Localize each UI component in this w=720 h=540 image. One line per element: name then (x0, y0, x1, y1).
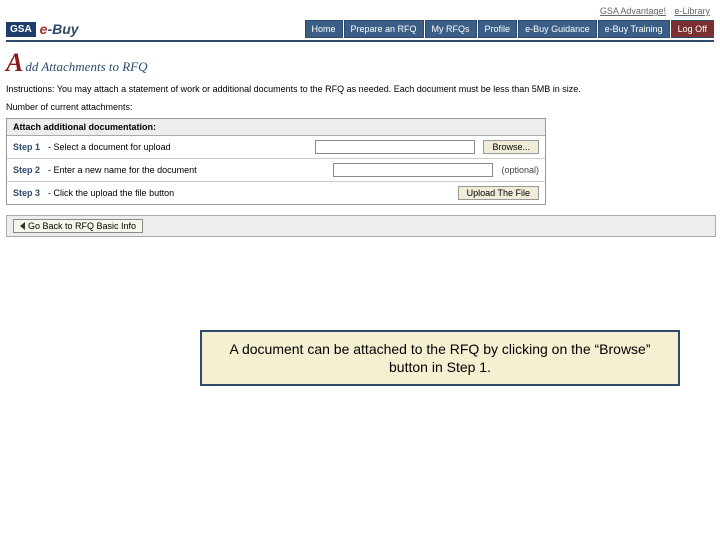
top-external-links: GSA Advantage! e-Library (6, 4, 714, 18)
page-title: A dd Attachments to RFQ (6, 48, 714, 78)
instructions-text: Instructions: You may attach a statement… (6, 84, 714, 94)
header-bar: GSA e-Buy Home Prepare an RFQ My RFQs Pr… (6, 18, 714, 42)
optional-label: (optional) (501, 165, 539, 175)
step-3-row: Step 3 - Click the upload the file butto… (7, 182, 545, 204)
upload-file-button[interactable]: Upload The File (458, 186, 539, 200)
link-e-library[interactable]: e-Library (674, 6, 710, 16)
nav-my-rfqs[interactable]: My RFQs (425, 20, 477, 38)
link-gsa-advantage[interactable]: GSA Advantage! (600, 6, 666, 16)
nav-home[interactable]: Home (305, 20, 343, 38)
help-callout: A document can be attached to the RFQ by… (200, 330, 680, 386)
page-title-text: dd Attachments to RFQ (25, 59, 147, 75)
step-1-label: Step 1 (13, 142, 40, 152)
step-2-text: - Enter a new name for the document (48, 165, 325, 175)
step-1-row: Step 1 - Select a document for upload Br… (7, 136, 545, 159)
nav-ebuy-guidance[interactable]: e-Buy Guidance (518, 20, 597, 38)
nav-ebuy-training[interactable]: e-Buy Training (598, 20, 670, 38)
file-path-input[interactable] (315, 140, 475, 154)
document-name-input[interactable] (333, 163, 493, 177)
logo: GSA e-Buy (6, 21, 79, 37)
attach-panel-header: Attach additional documentation: (7, 119, 545, 136)
triangle-left-icon (20, 222, 25, 230)
go-back-bar: Go Back to RFQ Basic Info (6, 215, 716, 237)
ebuy-logo: e-Buy (40, 21, 79, 37)
step-1-text: - Select a document for upload (48, 142, 307, 152)
step-3-label: Step 3 (13, 188, 40, 198)
nav-log-off[interactable]: Log Off (671, 20, 714, 38)
nav-prepare-rfq[interactable]: Prepare an RFQ (344, 20, 424, 38)
step-2-label: Step 2 (13, 165, 40, 175)
nav-profile[interactable]: Profile (478, 20, 518, 38)
gsa-mark: GSA (6, 22, 36, 37)
go-back-button[interactable]: Go Back to RFQ Basic Info (13, 219, 143, 233)
attachment-count-label: Number of current attachments: (6, 102, 714, 112)
page-title-dropcap: A (6, 48, 23, 78)
primary-nav: Home Prepare an RFQ My RFQs Profile e-Bu… (305, 20, 715, 38)
step-3-text: - Click the upload the file button (48, 188, 450, 198)
attach-documentation-panel: Attach additional documentation: Step 1 … (6, 118, 546, 205)
browse-button[interactable]: Browse... (483, 140, 539, 154)
step-2-row: Step 2 - Enter a new name for the docume… (7, 159, 545, 182)
go-back-label: Go Back to RFQ Basic Info (28, 221, 136, 231)
